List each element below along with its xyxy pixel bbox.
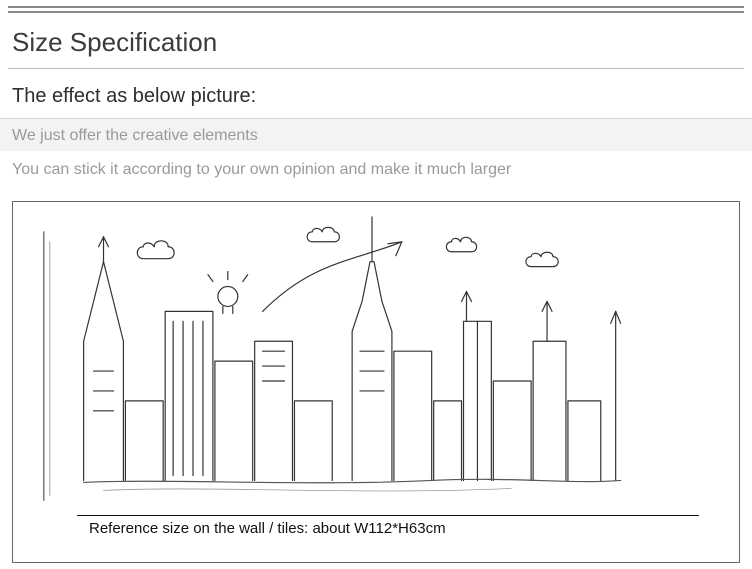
info-line-1: We just offer the creative elements (0, 118, 752, 151)
illustration-frame: Reference size on the wall / tiles: abou… (12, 201, 740, 563)
reference-size-rule: Reference size on the wall / tiles: abou… (77, 515, 699, 538)
reference-size-label: Reference size on the wall / tiles: abou… (77, 516, 452, 537)
info-line-2: You can stick it according to your own o… (0, 151, 752, 187)
top-double-rule (8, 6, 744, 13)
city-skyline-sketch-icon (13, 202, 739, 562)
subtitle: The effect as below picture: (0, 69, 752, 118)
section-title: Size Specification (0, 13, 752, 68)
